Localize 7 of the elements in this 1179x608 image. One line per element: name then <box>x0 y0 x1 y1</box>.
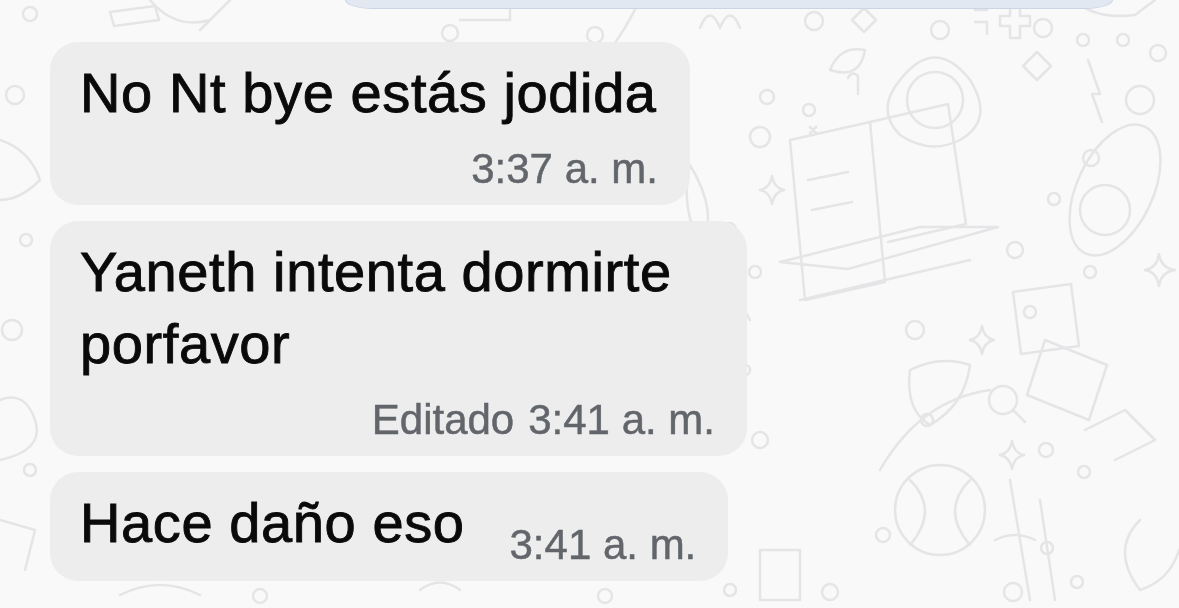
message-text: Yaneth intenta dormirte porfavor <box>80 239 673 377</box>
message-text: No Nt bye estás jodida <box>80 60 657 126</box>
message-time: 3:37 a. m. <box>471 143 658 194</box>
message-time: 3:41 a. m. <box>509 519 697 570</box>
edited-label: Editado <box>371 394 515 445</box>
message-text: Hace daño eso <box>80 490 465 556</box>
message-time: 3:41 a. m. <box>528 394 715 445</box>
